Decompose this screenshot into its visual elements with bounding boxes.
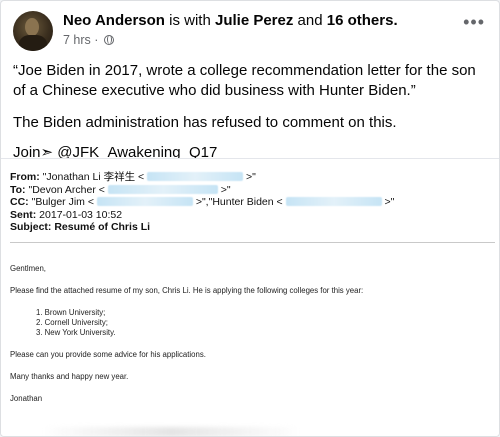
post-paragraph: “Joe Biden in 2017, wrote a college reco… — [13, 62, 476, 99]
email-screenshot-image[interactable]: From: "Jonathan Li 李祥生 < >" To: "Devon A… — [1, 158, 499, 436]
email-sent-row: Sent: 2017-01-03 10:52 — [10, 209, 491, 222]
post-meta: 7 hrs · — [63, 33, 114, 47]
email-header: From: "Jonathan Li 李祥生 < >" To: "Devon A… — [10, 171, 491, 234]
sent-label: Sent: — [10, 208, 37, 221]
list-item: 1. Brown University; — [36, 307, 106, 317]
from-label: From: — [10, 171, 40, 183]
body-line: Please find the attached resume of my so… — [10, 285, 364, 295]
cc-mid: >","Hunter Biden < — [195, 196, 283, 208]
list-item: 3. New York University. — [36, 327, 116, 337]
post-card: Neo Anderson is with Julie Perez and 16 … — [0, 0, 500, 437]
avatar-body — [19, 35, 47, 51]
email-cc-row: CC: "Bulger Jim < >","Hunter Biden < >" — [10, 196, 491, 209]
email-subject-row: Subject: Resumé of Chris Li — [10, 221, 491, 234]
greeting: Gentlmen, — [10, 263, 46, 273]
email-from-row: From: "Jonathan Li 李祥生 < >" — [10, 171, 491, 184]
college-list: 1. Brown University; 2. Cornell Universi… — [10, 308, 491, 338]
from-value: "Jonathan Li 李祥生 < — [42, 171, 145, 183]
author-line: Neo Anderson is with Julie Perez and 16 … — [63, 12, 398, 29]
avatar[interactable] — [13, 11, 53, 51]
body-line: Please can you provide some advice for h… — [10, 349, 206, 359]
redacted-block — [96, 197, 193, 206]
cc-label: CC: — [10, 196, 29, 208]
timestamp[interactable]: 7 hrs · — [63, 33, 98, 47]
email-to-row: To: "Devon Archer < >" — [10, 184, 491, 197]
signoff: Jonathan — [10, 393, 43, 403]
redacted-block — [41, 427, 301, 436]
post-text: “Joe Biden in 2017, wrote a college reco… — [13, 61, 487, 173]
email-divider — [10, 241, 495, 243]
redacted-block — [107, 184, 218, 194]
sent-value: 2017-01-03 10:52 — [39, 208, 123, 221]
author-name[interactable]: Neo Anderson — [63, 12, 165, 29]
redacted-block — [147, 172, 244, 181]
post-header: Neo Anderson is with Julie Perez and 16 … — [13, 11, 489, 55]
cc-value: "Bulger Jim < — [31, 196, 94, 208]
others-link[interactable]: 16 others. — [327, 12, 398, 29]
to-end: >" — [220, 183, 231, 196]
cc-end: >" — [384, 196, 395, 208]
and-text: and — [297, 12, 323, 29]
to-value: "Devon Archer < — [28, 183, 105, 196]
from-end: >" — [246, 171, 256, 183]
post-paragraph: The Biden administration has refused to … — [13, 114, 397, 131]
subject-value: Resumé of Chris Li — [54, 221, 151, 233]
list-item: 2. Cornell University; — [36, 317, 108, 327]
to-label: To: — [10, 183, 26, 196]
globe-icon — [103, 35, 114, 45]
tagged-user[interactable]: Julie Perez — [215, 12, 293, 29]
body-line: Many thanks and happy new year. — [10, 371, 129, 381]
subject-label: Subject: — [10, 221, 52, 233]
email-body: Gentlmen, Please find the attached resum… — [10, 264, 491, 404]
more-options-icon[interactable]: ••• — [463, 13, 485, 31]
email-content: From: "Jonathan Li 李祥生 < >" To: "Devon A… — [10, 171, 495, 404]
avatar-face — [25, 18, 39, 36]
redacted-block — [285, 197, 382, 206]
with-text: is with — [169, 12, 211, 29]
